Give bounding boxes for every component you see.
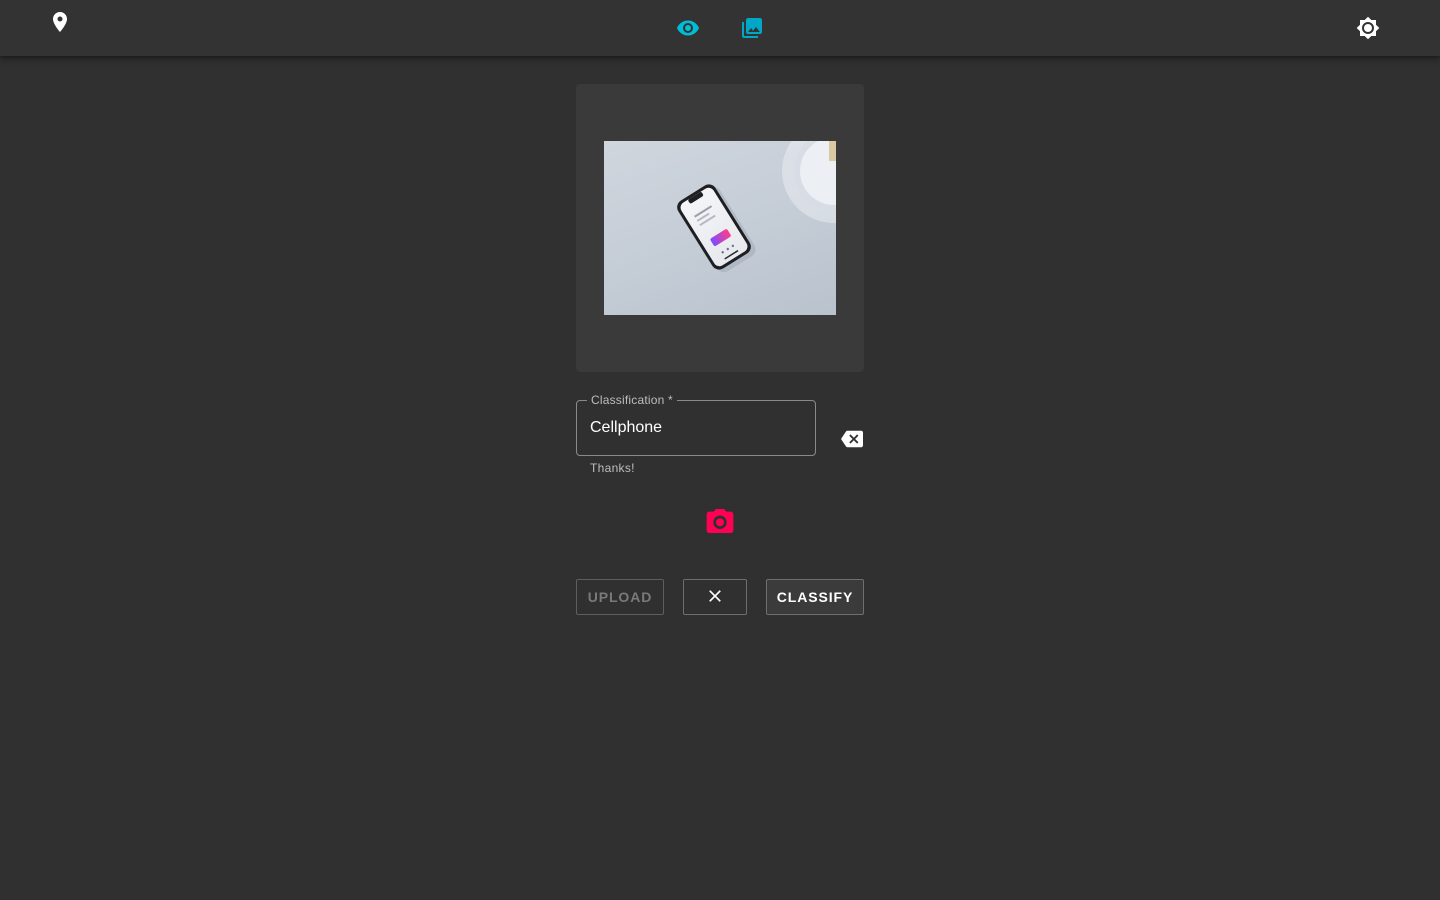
tab-camera-classify[interactable] (672, 12, 704, 44)
brightness-icon (1356, 16, 1380, 40)
map-marker-icon[interactable] (44, 6, 76, 38)
camera-icon (704, 505, 736, 537)
classification-helper-text: Thanks! (590, 461, 635, 475)
tab-gallery[interactable] (736, 12, 768, 44)
theme-toggle-button[interactable] (1352, 12, 1384, 44)
close-icon (705, 586, 725, 609)
clear-classification-button[interactable] (838, 426, 866, 452)
camera-capture-button[interactable] (702, 503, 738, 539)
image-library-icon (740, 16, 764, 40)
upload-button[interactable]: Upload (576, 579, 664, 615)
clear-button[interactable] (683, 579, 747, 615)
classify-button-label: Classify (776, 589, 854, 605)
upload-button-label: Upload (587, 589, 653, 605)
preview-image (604, 141, 836, 315)
classification-field[interactable]: Classification * (576, 392, 816, 456)
eye-icon (676, 16, 700, 40)
image-preview-card (576, 84, 864, 372)
app-bar (0, 0, 1440, 56)
backspace-icon (839, 428, 865, 450)
classify-button[interactable]: Classify (766, 579, 864, 615)
classification-input[interactable] (590, 401, 800, 455)
